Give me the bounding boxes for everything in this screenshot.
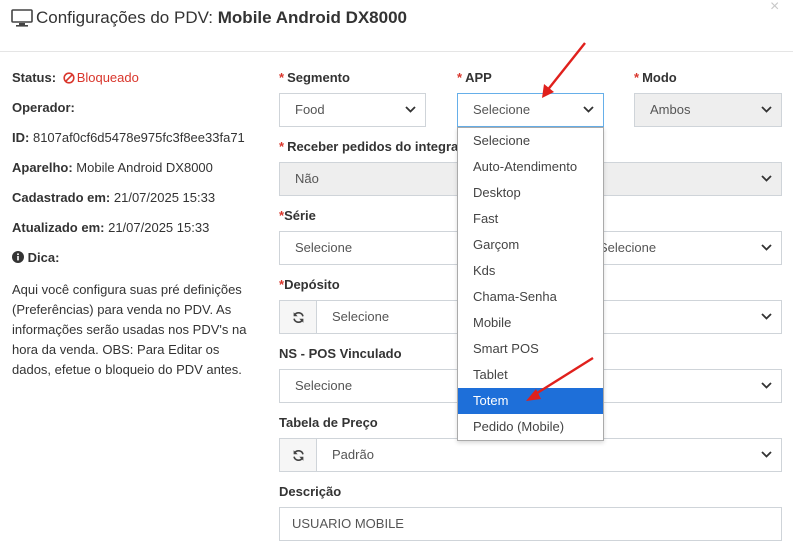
chevron-down-icon: [761, 106, 772, 113]
operador-label: Operador:: [12, 100, 75, 115]
status-line: Status: Bloqueado: [12, 70, 139, 85]
chevron-down-icon: [761, 451, 772, 458]
operador-line: Operador:: [12, 100, 75, 115]
modal-title: Configurações do PDV: Mobile Android DX8…: [36, 8, 407, 28]
app-option[interactable]: Smart POS: [458, 336, 603, 362]
segmento-value: Food: [295, 102, 325, 117]
serie-secondary-value: Selecione: [599, 240, 657, 255]
modo-value: Ambos: [650, 102, 691, 117]
dica-label: Dica:: [27, 250, 60, 265]
app-label: * APP: [457, 70, 492, 85]
app-option[interactable]: Tablet: [458, 362, 603, 388]
deposito-label: *Depósito: [279, 277, 340, 292]
atualizado-line: Atualizado em: 21/07/2025 15:33: [12, 220, 209, 235]
serie-select[interactable]: Selecione: [279, 231, 479, 265]
tabela-value: Padrão: [332, 447, 374, 462]
chevron-down-icon: [761, 382, 772, 389]
app-option[interactable]: Fast: [458, 206, 603, 232]
app-option[interactable]: Chama-Senha: [458, 284, 603, 310]
id-line: ID: 8107af0cf6d5478e975fc3f8ee33fa71: [12, 130, 245, 145]
aparelho-value: Mobile Android DX8000: [76, 160, 213, 175]
segmento-label: * Segmento: [279, 70, 350, 85]
chevron-down-icon: [761, 313, 772, 320]
app-option[interactable]: Mobile: [458, 310, 603, 336]
app-option[interactable]: Kds: [458, 258, 603, 284]
atualizado-value: 21/07/2025 15:33: [108, 220, 210, 235]
chevron-down-icon: [761, 175, 772, 182]
tabela-label: Tabela de Preço: [279, 415, 378, 430]
close-button[interactable]: ×: [770, 0, 779, 16]
ns-pos-value: Selecione: [295, 378, 353, 393]
monitor-icon: [11, 9, 33, 27]
atualizado-label: Atualizado em:: [12, 220, 105, 235]
dica-text: Aqui você configura suas pré definições …: [12, 282, 247, 377]
status-value: Bloqueado: [76, 70, 139, 85]
serie-secondary-select[interactable]: Selecione: [584, 231, 782, 265]
app-option[interactable]: Auto-Atendimento: [458, 154, 603, 180]
tabela-select[interactable]: Padrão: [316, 438, 782, 472]
aparelho-line: Aparelho: Mobile Android DX8000: [12, 160, 213, 175]
app-dropdown-list: Selecione Auto-Atendimento Desktop Fast Garç…: [457, 127, 604, 441]
cadastrado-label: Cadastrado em:: [12, 190, 111, 205]
title-device: Mobile Android DX8000: [217, 8, 407, 27]
cadastrado-value: 21/07/2025 15:33: [113, 190, 216, 205]
descricao-input[interactable]: USUARIO MOBILE: [279, 507, 782, 541]
dica-line: Dica:: [12, 250, 59, 265]
app-option[interactable]: Selecione: [458, 128, 603, 154]
refresh-icon: [292, 449, 304, 461]
segmento-select[interactable]: Food: [279, 93, 426, 127]
receber-label: * Receber pedidos do integra: [279, 139, 459, 154]
aparelho-label: Aparelho:: [12, 160, 73, 175]
modo-label: * Modo: [634, 70, 677, 85]
title-prefix: Configurações do PDV:: [36, 8, 214, 27]
deposito-value: Selecione: [332, 309, 390, 324]
app-option[interactable]: Totem: [458, 388, 603, 414]
receber-value: Não: [295, 171, 319, 186]
refresh-icon: [292, 311, 304, 323]
id-label: ID:: [12, 130, 30, 145]
app-select[interactable]: Selecione: [457, 93, 604, 127]
modal-header: Configurações do PDV: Mobile Android DX8…: [0, 0, 793, 52]
chevron-down-icon: [583, 106, 594, 113]
serie-label: *Série: [279, 208, 316, 223]
deposito-refresh-button[interactable]: [279, 300, 317, 334]
cadastrado-line: Cadastrado em: 21/07/2025 15:33: [12, 190, 215, 205]
app-value: Selecione: [473, 102, 531, 117]
ban-icon: [63, 72, 75, 84]
app-option[interactable]: Garçom: [458, 232, 603, 258]
id-value: 8107af0cf6d5478e975fc3f8ee33fa71: [32, 130, 245, 145]
chevron-down-icon: [405, 106, 416, 113]
app-option[interactable]: Desktop: [458, 180, 603, 206]
info-icon: [12, 251, 24, 263]
app-option[interactable]: Pedido (Mobile): [458, 414, 603, 440]
descricao-label: Descrição: [279, 484, 342, 499]
chevron-down-icon: [761, 244, 772, 251]
modo-select[interactable]: Ambos: [634, 93, 782, 127]
status-label: Status:: [12, 70, 57, 85]
serie-value: Selecione: [295, 240, 353, 255]
ns-pos-label: NS - POS Vinculado: [279, 346, 402, 361]
tabela-refresh-button[interactable]: [279, 438, 317, 472]
